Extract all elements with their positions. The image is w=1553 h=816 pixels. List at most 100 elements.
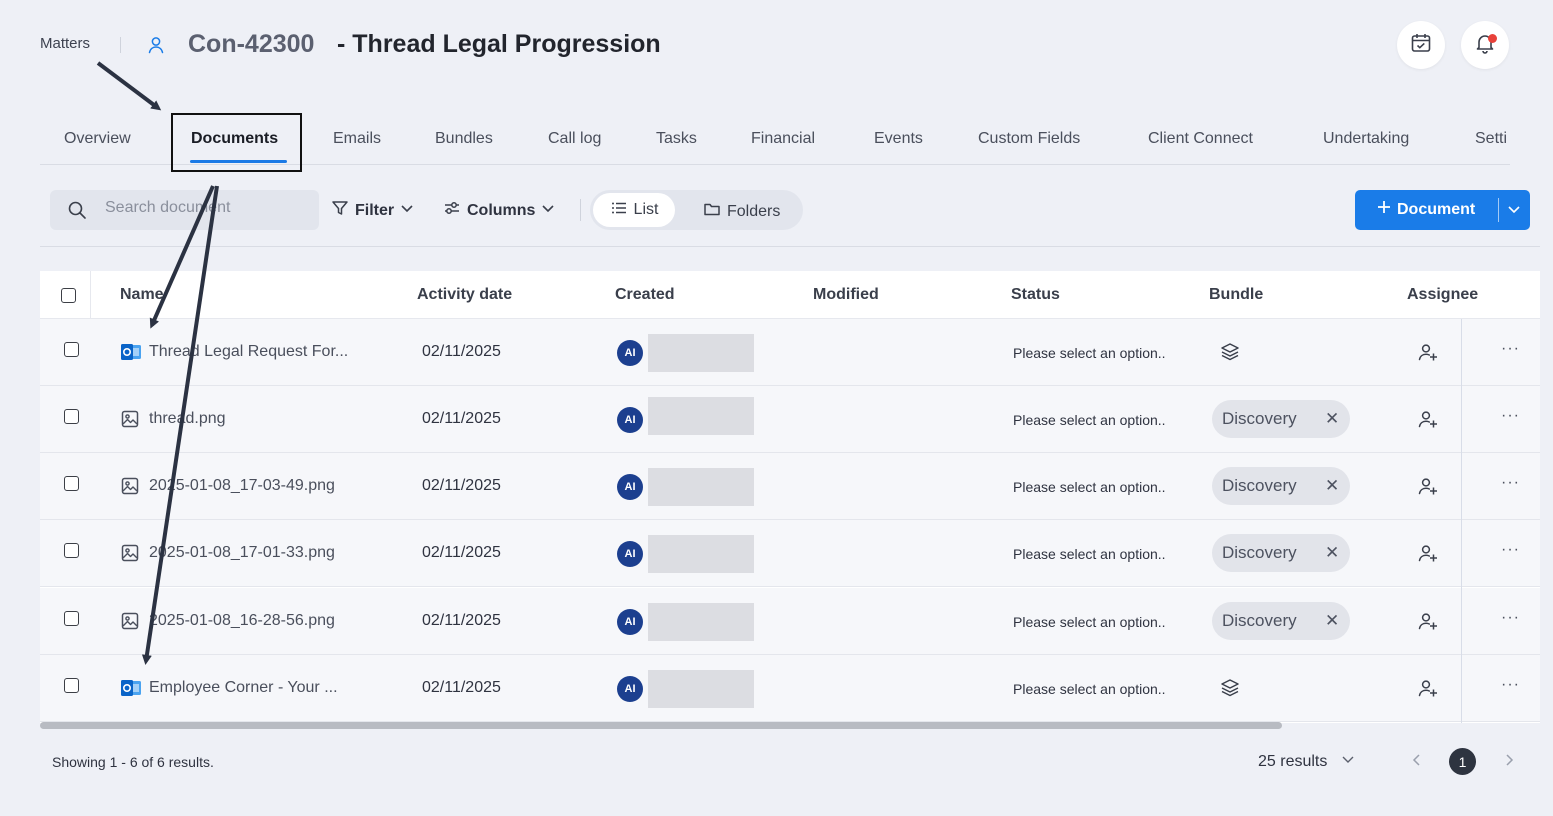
add-document-label: Document [1397,200,1476,218]
status-select[interactable]: Please select an option.. [1013,412,1166,428]
select-all-checkbox[interactable] [61,288,76,303]
table-row[interactable]: Thread Legal Request For... 02/11/2025 AI P… [40,319,1540,386]
row-checkbox[interactable] [64,678,79,693]
row-checkbox[interactable] [64,409,79,424]
table-row[interactable]: 2025-01-08_17-03-49.png 02/11/2025 AI Pleas… [40,453,1540,520]
tab-tasks[interactable]: Tasks [656,130,697,148]
remove-bundle-close-icon[interactable]: ✕ [1325,409,1339,429]
row-checkbox[interactable] [64,476,79,491]
tab-events[interactable]: Events [874,130,923,148]
add-assignee-icon[interactable] [1417,677,1439,704]
search-input[interactable] [105,199,305,217]
status-select[interactable]: Please select an option.. [1013,345,1166,361]
status-select[interactable]: Please select an option.. [1013,546,1166,562]
tab-overview[interactable]: Overview [64,130,131,148]
row-checkbox[interactable] [64,342,79,357]
column-header-created[interactable]: Created [615,286,675,304]
filter-label: Filter [355,201,395,219]
tab-financial[interactable]: Financial [751,130,815,148]
search-box [50,190,319,230]
table-row[interactable]: Employee Corner - Your ... 02/11/2025 AI Pl… [40,655,1540,722]
image-file-icon [120,409,140,434]
plus-icon [1377,200,1391,219]
bundle-chip[interactable]: Discovery ✕ [1212,534,1350,572]
redacted-creator-name [648,535,754,573]
results-summary: Showing 1 - 6 of 6 results. [52,754,214,770]
row-actions-more-icon[interactable]: ··· [1501,340,1520,358]
notifications-button[interactable] [1461,21,1509,69]
column-header-activity-date[interactable]: Activity date [417,286,512,304]
add-assignee-icon[interactable] [1417,542,1439,569]
remove-bundle-close-icon[interactable]: ✕ [1325,611,1339,631]
table-row[interactable]: thread.png 02/11/2025 AI Please select an o… [40,386,1540,453]
tab-custom-fields[interactable]: Custom Fields [978,130,1080,148]
column-header-assignee[interactable]: Assignee [1407,286,1478,304]
remove-bundle-close-icon[interactable]: ✕ [1325,476,1339,496]
toolbar-divider [580,199,581,221]
sliders-icon [443,199,461,222]
previous-page-button[interactable] [1410,752,1424,773]
row-checkbox[interactable] [64,611,79,626]
bundle-chip[interactable]: Discovery ✕ [1212,602,1350,640]
table-row[interactable]: 2025-01-08_17-01-33.png 02/11/2025 AI Pleas… [40,520,1540,587]
status-select[interactable]: Please select an option.. [1013,681,1166,697]
bundle-chip[interactable]: Discovery ✕ [1212,400,1350,438]
search-icon [67,200,87,225]
calendar-button[interactable] [1397,21,1445,69]
tab-emails[interactable]: Emails [333,130,381,148]
row-actions-more-icon[interactable]: ··· [1501,474,1520,492]
tab-bundles[interactable]: Bundles [435,130,493,148]
document-name-link[interactable]: 2025-01-08_17-03-49.png [149,477,335,495]
tab-call-log[interactable]: Call log [548,130,601,148]
chevron-down-icon [541,201,555,220]
row-actions-more-icon[interactable]: ··· [1501,407,1520,425]
view-folders-button[interactable]: Folders [703,200,780,223]
add-assignee-icon[interactable] [1417,610,1439,637]
columns-button[interactable]: Columns [443,199,555,222]
layers-icon[interactable] [1219,677,1241,704]
document-name-link[interactable]: thread.png [149,410,226,428]
tab-settings[interactable]: Setti [1475,130,1507,148]
layers-icon[interactable] [1219,341,1241,368]
per-page-select[interactable]: 25 results [1258,752,1355,771]
add-document-menu-chevron-icon[interactable] [1507,202,1521,221]
document-name-link[interactable]: 2025-01-08_16-28-56.png [149,612,335,630]
row-actions-more-icon[interactable]: ··· [1501,541,1520,559]
row-actions-more-icon[interactable]: ··· [1501,609,1520,627]
add-assignee-icon[interactable] [1417,408,1439,435]
column-header-name[interactable]: Name [120,286,164,304]
avatar: AI [617,609,643,635]
document-name-link[interactable]: Employee Corner - Your ... [149,679,338,697]
tab-client-connect[interactable]: Client Connect [1148,130,1253,148]
column-divider [90,271,91,319]
tab-undertaking[interactable]: Undertaking [1323,130,1409,148]
table-row[interactable]: 2025-01-08_16-28-56.png 02/11/2025 AI Pleas… [40,588,1540,655]
row-actions-more-icon[interactable]: ··· [1501,676,1520,694]
horizontal-scrollbar[interactable] [40,722,1282,729]
remove-bundle-close-icon[interactable]: ✕ [1325,543,1339,563]
add-assignee-icon[interactable] [1417,341,1439,368]
breadcrumb-matters[interactable]: Matters [40,35,90,52]
bundle-chip[interactable]: Discovery ✕ [1212,467,1350,505]
redacted-creator-name [648,334,754,372]
row-checkbox[interactable] [64,543,79,558]
next-page-button[interactable] [1502,752,1516,773]
status-select[interactable]: Please select an option.. [1013,479,1166,495]
redacted-creator-name [648,670,754,708]
document-name-link[interactable]: 2025-01-08_17-01-33.png [149,544,335,562]
status-select[interactable]: Please select an option.. [1013,614,1166,630]
view-list-button[interactable]: List [593,193,675,227]
avatar: AI [617,541,643,567]
toolbar-divider-line [40,246,1540,247]
column-header-modified[interactable]: Modified [813,286,879,304]
notification-dot [1488,34,1497,43]
document-name-link[interactable]: Thread Legal Request For... [149,343,348,361]
add-assignee-icon[interactable] [1417,475,1439,502]
current-page-button[interactable]: 1 [1449,748,1476,775]
avatar: AI [617,407,643,433]
view-list-label: List [633,201,659,218]
column-header-bundle[interactable]: Bundle [1209,286,1263,304]
filter-button[interactable]: Filter [331,199,414,222]
add-document-button[interactable]: Document [1355,190,1530,230]
column-header-status[interactable]: Status [1011,286,1060,304]
